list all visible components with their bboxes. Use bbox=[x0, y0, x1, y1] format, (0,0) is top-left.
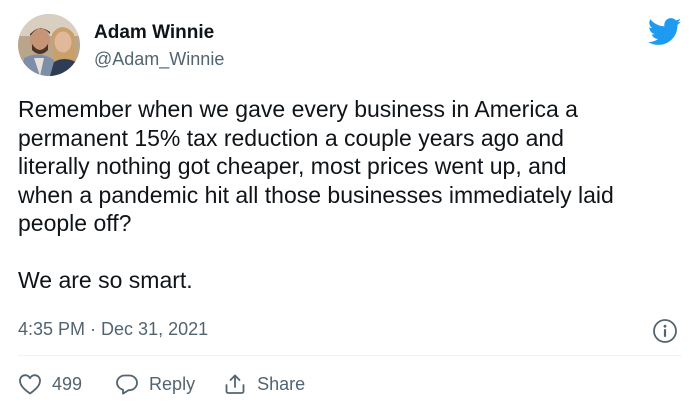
tweet-text-line: when a pandemic hit all those businesses… bbox=[18, 181, 614, 208]
tweet-text-closing: We are so smart. bbox=[18, 267, 193, 293]
meta-separator: · bbox=[90, 319, 97, 339]
avatar[interactable] bbox=[18, 14, 80, 76]
share-upload-icon bbox=[225, 374, 245, 394]
tweet-text-line: Remember when we gave every business in … bbox=[18, 96, 578, 122]
share-label: Share bbox=[257, 373, 306, 394]
author-name[interactable]: Adam Winnie bbox=[94, 22, 214, 44]
reply-label: Reply bbox=[149, 373, 196, 394]
avatar-photo bbox=[18, 14, 80, 76]
divider bbox=[18, 355, 682, 356]
share-button[interactable]: Share bbox=[223, 373, 305, 395]
like-button[interactable]: 499 bbox=[18, 373, 82, 395]
tweet-card: Adam Winnie @Adam_Winnie Remember when w… bbox=[0, 0, 700, 406]
tweet-text-line: people off? bbox=[18, 210, 132, 236]
reply-button[interactable]: Reply bbox=[115, 373, 195, 395]
tweet-date: Dec 31, 2021 bbox=[101, 319, 209, 339]
action-bar: 499 Reply Share bbox=[18, 368, 335, 400]
speech-bubble-icon bbox=[116, 374, 138, 395]
tweet-text-line: literally nothing got cheaper, most pric… bbox=[18, 153, 567, 179]
like-count: 499 bbox=[52, 373, 83, 394]
tweet-text: Remember when we gave every business in … bbox=[18, 95, 688, 295]
heart-icon bbox=[19, 374, 41, 395]
tweet-time: 4:35 PM bbox=[18, 319, 86, 339]
tweet-timestamp[interactable]: 4:35 PM · Dec 31, 2021 bbox=[18, 319, 208, 340]
info-icon[interactable] bbox=[652, 318, 678, 344]
twitter-bird-icon[interactable] bbox=[647, 18, 682, 46]
author-handle[interactable]: @Adam_Winnie bbox=[94, 49, 224, 70]
tweet-text-line: permanent 15% tax reduction a couple yea… bbox=[18, 124, 564, 151]
